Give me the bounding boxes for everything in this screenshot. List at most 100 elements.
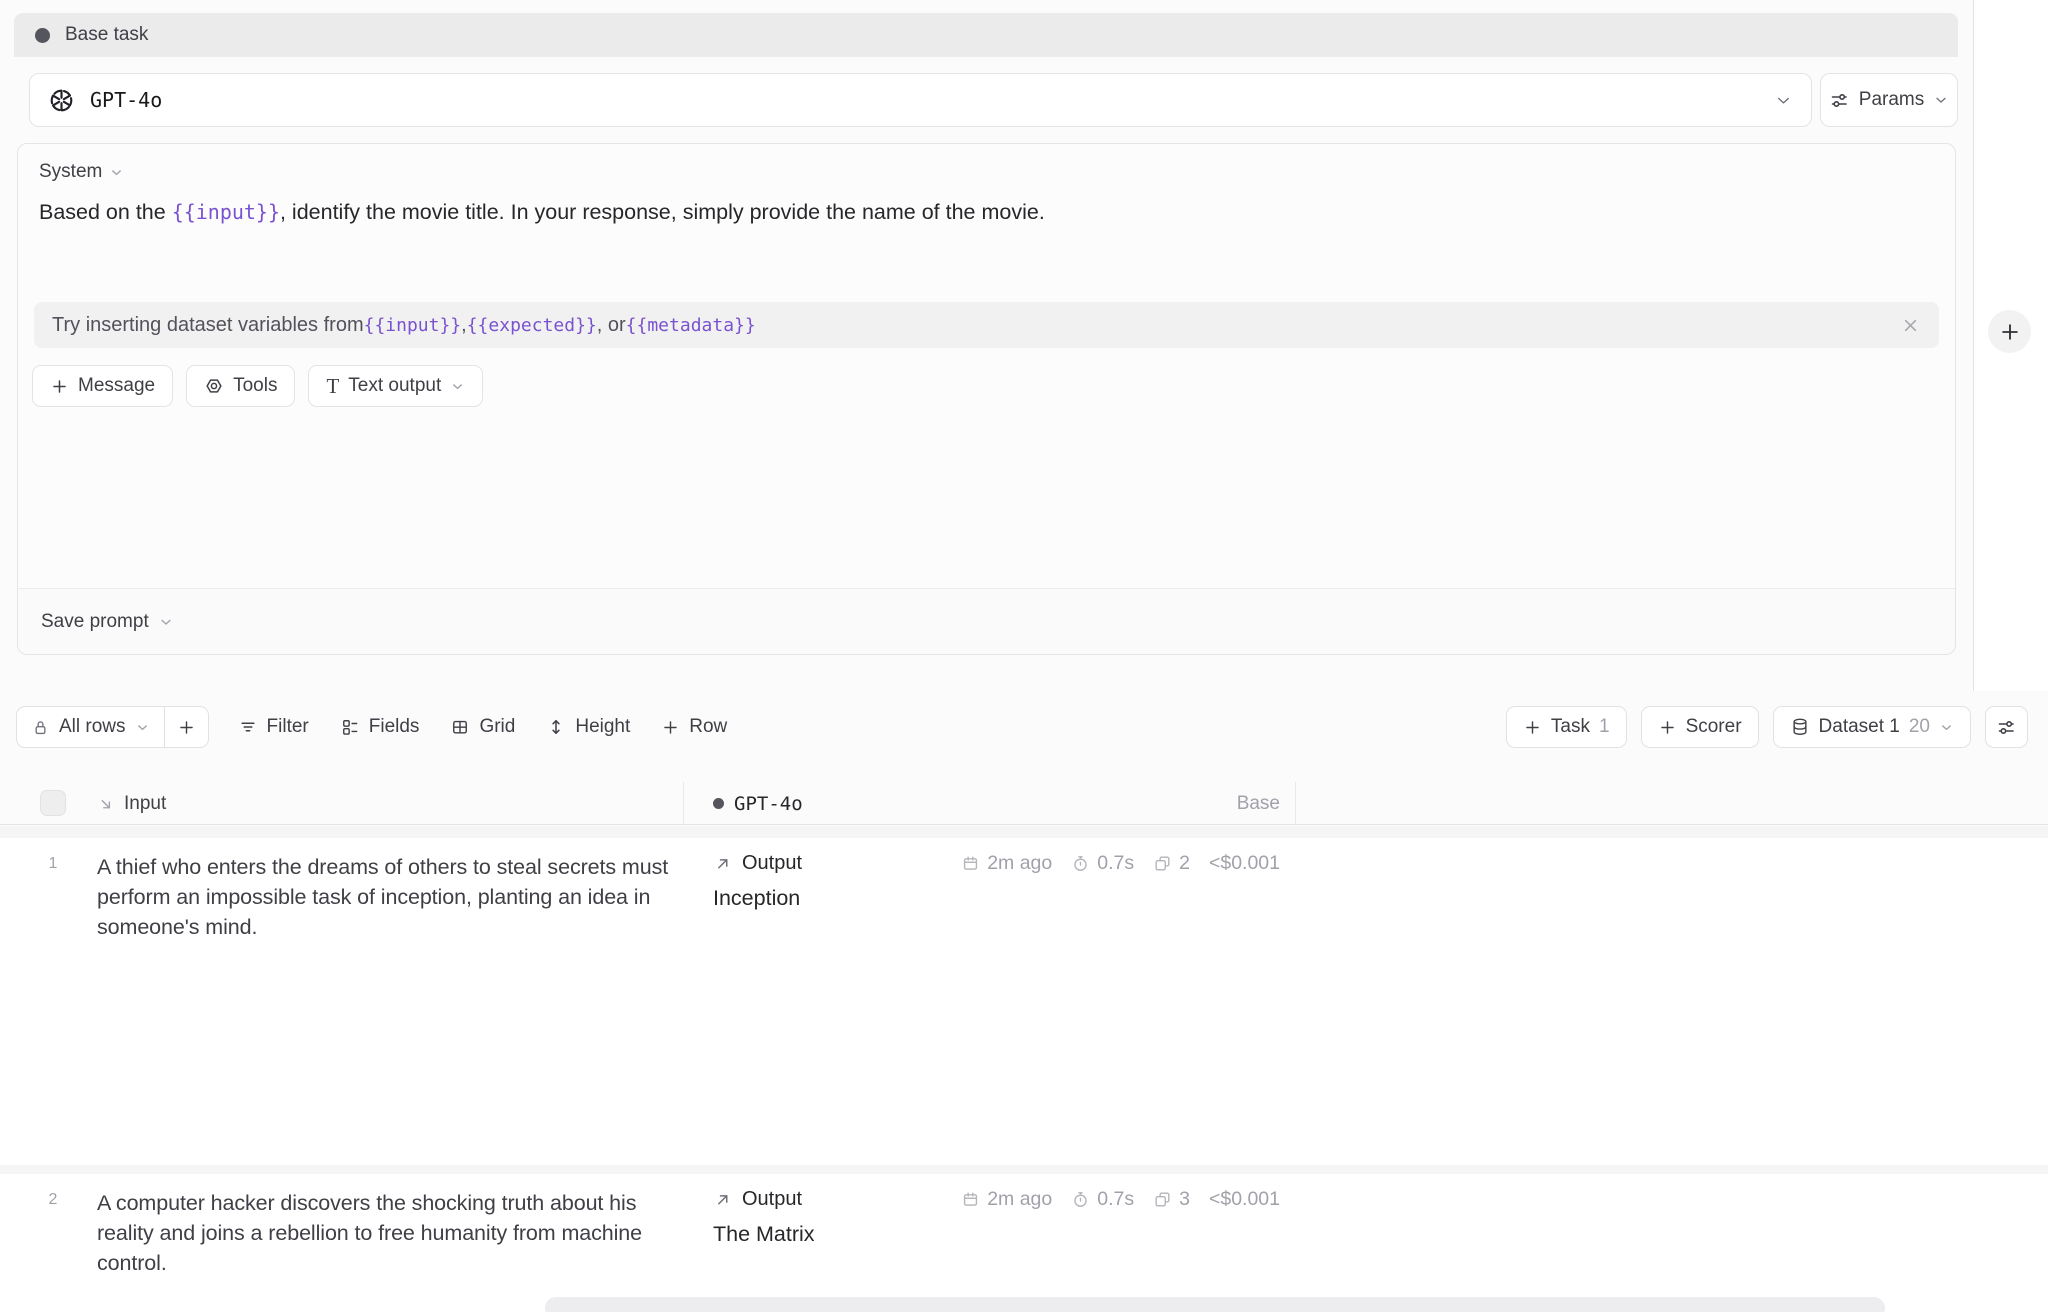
add-task-button[interactable]: Task 1 — [1506, 706, 1627, 748]
output-label: Output — [742, 852, 802, 875]
latency: 0.7s — [1071, 1188, 1134, 1211]
text-output-icon: T — [326, 376, 339, 397]
column-header-input[interactable]: Input — [97, 782, 166, 825]
chevron-down-icon — [1939, 720, 1954, 735]
filter-label: Filter — [267, 716, 309, 738]
filter-button[interactable]: Filter — [226, 706, 321, 748]
fields-button[interactable]: Fields — [328, 706, 432, 748]
editor-footer: Save prompt — [18, 588, 1955, 654]
input-cell[interactable]: A computer hacker discovers the shocking… — [97, 1188, 683, 1278]
output-label: Output — [742, 1188, 802, 1211]
task-header-bar[interactable]: Base task — [14, 13, 1958, 57]
input-column-label: Input — [124, 793, 166, 815]
add-rows-scope-button[interactable] — [165, 707, 208, 747]
table-row[interactable]: 2 A computer hacker discovers the shocki… — [0, 1174, 2048, 1312]
sliders-icon — [1829, 90, 1850, 111]
task-status-dot-icon — [713, 798, 724, 809]
stopwatch-icon — [1071, 854, 1090, 873]
table-row[interactable]: 1 A thief who enters the dreams of other… — [0, 838, 2048, 1165]
output-arrow-icon — [713, 854, 733, 874]
latency: 0.7s — [1071, 852, 1134, 875]
add-row-button[interactable]: Row — [649, 706, 739, 748]
database-icon — [1790, 717, 1810, 737]
add-scorer-button[interactable]: Scorer — [1641, 706, 1759, 748]
plus-icon — [661, 718, 680, 737]
params-button[interactable]: Params — [1820, 73, 1958, 127]
chevron-down-icon — [109, 165, 124, 180]
hint-var-metadata: {{metadata}} — [626, 315, 756, 336]
chevron-down-icon — [1774, 91, 1793, 110]
plus-icon — [1658, 718, 1677, 737]
row-index: 1 — [40, 855, 66, 873]
save-prompt-button[interactable]: Save prompt — [41, 611, 174, 633]
output-value: Inception — [713, 886, 1280, 911]
add-task-pane-button[interactable] — [1988, 310, 2031, 353]
model-select[interactable]: GPT-4o — [29, 73, 1812, 127]
chevron-down-icon — [135, 720, 150, 735]
text-output-label: Text output — [348, 375, 441, 397]
task-count-badge: 1 — [1599, 716, 1610, 738]
tools-button-label: Tools — [233, 375, 277, 397]
tokens-icon — [1153, 854, 1172, 873]
row-height-button[interactable]: Height — [534, 706, 642, 748]
dataset-select[interactable]: Dataset 1 20 — [1773, 706, 1971, 748]
model-name: GPT-4o — [90, 88, 162, 112]
column-header-model[interactable]: GPT-4o — [713, 782, 803, 825]
calendar-icon — [961, 1190, 980, 1209]
grid-body: 1 A thief who enters the dreams of other… — [0, 826, 2048, 1312]
chevron-down-icon — [450, 379, 465, 394]
prompt-text-after: , identify the movie title. In your resp… — [280, 200, 1045, 224]
message-role-select[interactable]: System — [39, 161, 124, 183]
tokens-icon — [1153, 1190, 1172, 1209]
plus-icon — [1523, 718, 1542, 737]
system-prompt-text[interactable]: Based on the {{input}}, identify the mov… — [39, 197, 1931, 228]
model-column-label: GPT-4o — [734, 793, 803, 815]
filter-icon — [238, 717, 258, 737]
column-divider[interactable] — [683, 782, 684, 825]
token-count: 3 — [1153, 1188, 1190, 1211]
hint-var-input: {{input}} — [364, 315, 462, 336]
grid-header: Input GPT-4o Base — [0, 782, 2048, 825]
params-label: Params — [1859, 89, 1924, 111]
plus-icon — [50, 377, 69, 396]
task-pane-gutter — [1973, 0, 2048, 691]
plus-icon — [1999, 321, 2021, 343]
grid-view-label: Grid — [479, 716, 515, 738]
grid-view-button[interactable]: Grid — [438, 706, 527, 748]
run-metadata: 2m ago 0.7s — [961, 1188, 1280, 1211]
grid-settings-button[interactable] — [1985, 706, 2028, 748]
cost: <$0.001 — [1209, 852, 1280, 875]
rows-scope-select[interactable]: All rows — [17, 707, 164, 747]
input-cell[interactable]: A thief who enters the dreams of others … — [97, 852, 683, 942]
output-cell[interactable]: Output 2m ago — [713, 1188, 1280, 1247]
output-value: The Matrix — [713, 1222, 1280, 1247]
output-arrow-icon — [713, 1190, 733, 1210]
message-role-label: System — [39, 161, 102, 183]
timestamp: 2m ago — [961, 852, 1052, 875]
input-arrow-icon — [97, 795, 115, 813]
height-arrows-icon — [546, 717, 566, 737]
add-message-button[interactable]: Message — [32, 365, 173, 407]
cost: <$0.001 — [1209, 1188, 1280, 1211]
prompt-variable: {{input}} — [172, 200, 280, 224]
dataset-label: Dataset 1 — [1819, 716, 1900, 738]
editor-actions: Message Tools T Text output — [32, 365, 483, 407]
calendar-icon — [961, 854, 980, 873]
openai-logo-icon — [48, 87, 75, 114]
output-cell[interactable]: Output 2m ago — [713, 852, 1280, 911]
select-all-checkbox[interactable] — [40, 790, 66, 816]
output-type-select[interactable]: T Text output — [308, 365, 483, 407]
horizontal-scrollbar-thumb[interactable] — [545, 1297, 1885, 1312]
variant-badge: Base — [1160, 782, 1280, 825]
column-divider[interactable] — [1295, 782, 1296, 825]
row-height-label: Height — [575, 716, 630, 738]
stopwatch-icon — [1071, 1190, 1090, 1209]
hint-prefix: Try inserting dataset variables from — [52, 314, 364, 337]
dismiss-hint-button[interactable] — [1900, 315, 1921, 336]
plus-icon — [177, 718, 196, 737]
row-index: 2 — [40, 1191, 66, 1209]
add-task-label: Task — [1551, 716, 1590, 738]
tools-button[interactable]: Tools — [186, 365, 295, 407]
dataset-variables-hint: Try inserting dataset variables from {{i… — [34, 302, 1939, 348]
grid-toolbar: All rows — [0, 706, 2048, 748]
